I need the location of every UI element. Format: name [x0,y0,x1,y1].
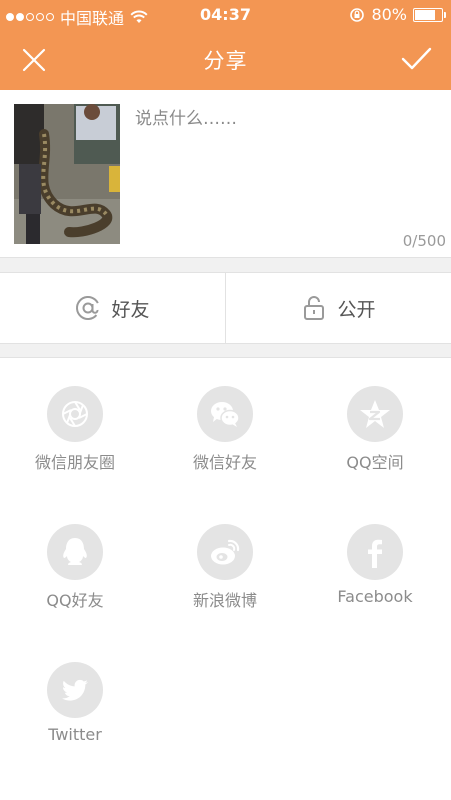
qzone-icon [360,400,390,428]
twitter-icon [61,679,88,701]
share-label: 微信好友 [192,453,257,472]
share-label: 微信朋友圈 [34,453,115,472]
share-wechat-friends[interactable]: 微信好友 [150,386,300,473]
share-label: Twitter [48,725,102,744]
at-sign-icon [76,296,101,320]
wechat-moments-icon [62,401,88,427]
share-label: QQ空间 [346,453,404,472]
header: 中国联通 04:37 80% 分享 [0,0,451,90]
mention-friends-label: 好友 [111,298,150,321]
attached-photo[interactable] [14,104,120,244]
share-label: 新浪微博 [192,591,257,610]
wechat-icon [211,402,240,427]
battery-icon [413,7,446,22]
message-input[interactable] [135,104,435,224]
weibo-icon [211,539,240,565]
share-qq-friends[interactable]: QQ好友 [0,524,150,611]
battery-percent: 80% [371,5,407,24]
share-grid: 微信朋友圈 微信好友 QQ空间 QQ好友 新浪微博 Facebook Twitt… [0,358,451,800]
character-counter: 0/500 [402,232,446,250]
compose-area: 0/500 [0,90,451,257]
mention-friends-button[interactable]: 好友 [0,273,225,343]
status-bar: 中国联通 04:37 80% [0,0,451,30]
battery-fill [415,9,436,20]
status-right: 80% [349,5,446,24]
page-title: 分享 [203,49,248,73]
facebook-icon [368,539,382,568]
privacy-button[interactable]: 公开 [225,273,451,343]
qq-icon [63,538,87,565]
unlock-icon [304,296,325,320]
checkmark-icon[interactable] [399,42,433,76]
options-row: 好友 公开 [0,273,451,343]
nav-bar: 分享 [0,30,451,90]
share-wechat-moments[interactable]: 微信朋友圈 [0,386,150,473]
share-facebook[interactable]: Facebook [300,524,450,606]
section-divider [0,343,451,358]
share-qzone[interactable]: QQ空间 [300,386,450,473]
share-label: QQ好友 [46,591,104,610]
share-label: Facebook [337,587,413,606]
share-weibo[interactable]: 新浪微博 [150,524,300,611]
share-twitter[interactable]: Twitter [0,662,150,744]
privacy-label: 公开 [337,298,376,321]
rotation-lock-icon [350,7,365,22]
section-divider [0,257,451,273]
